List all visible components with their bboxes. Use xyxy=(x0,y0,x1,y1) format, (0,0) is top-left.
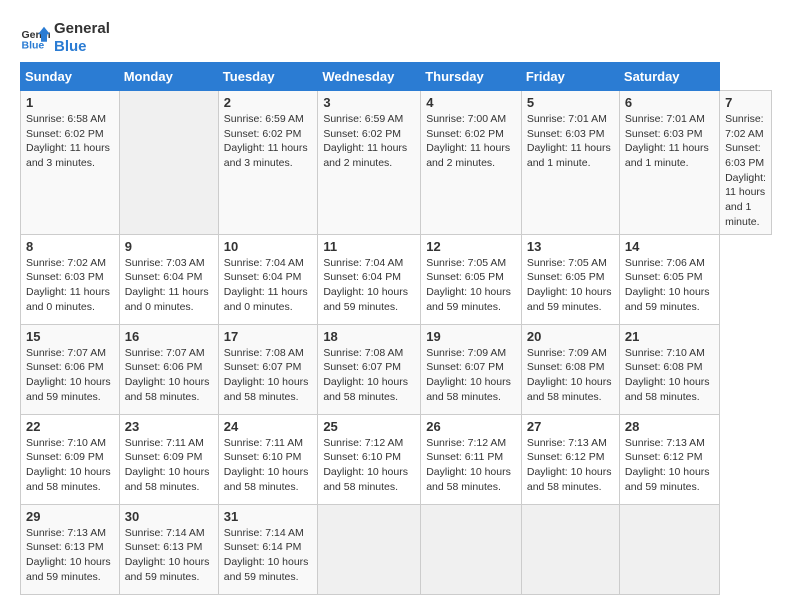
weekday-header-thursday: Thursday xyxy=(421,63,522,91)
weekday-header-monday: Monday xyxy=(119,63,218,91)
calendar-day-24: 24Sunrise: 7:11 AM Sunset: 6:10 PM Dayli… xyxy=(218,414,318,504)
calendar-day-29: 29Sunrise: 7:13 AM Sunset: 6:13 PM Dayli… xyxy=(21,504,120,594)
calendar-day-26: 26Sunrise: 7:12 AM Sunset: 6:11 PM Dayli… xyxy=(421,414,522,504)
page-header: General Blue General Blue xyxy=(20,20,772,56)
calendar-day-4: 4Sunrise: 7:00 AM Sunset: 6:02 PM Daylig… xyxy=(421,91,522,235)
calendar-day-28: 28Sunrise: 7:13 AM Sunset: 6:12 PM Dayli… xyxy=(619,414,719,504)
calendar-empty xyxy=(318,504,421,594)
calendar-empty xyxy=(521,504,619,594)
calendar-day-30: 30Sunrise: 7:14 AM Sunset: 6:13 PM Dayli… xyxy=(119,504,218,594)
calendar-day-22: 22Sunrise: 7:10 AM Sunset: 6:09 PM Dayli… xyxy=(21,414,120,504)
calendar-day-11: 11Sunrise: 7:04 AM Sunset: 6:04 PM Dayli… xyxy=(318,234,421,324)
calendar-day-17: 17Sunrise: 7:08 AM Sunset: 6:07 PM Dayli… xyxy=(218,324,318,414)
calendar-day-19: 19Sunrise: 7:09 AM Sunset: 6:07 PM Dayli… xyxy=(421,324,522,414)
calendar-day-7: 7Sunrise: 7:02 AM Sunset: 6:03 PM Daylig… xyxy=(720,91,772,235)
weekday-header-friday: Friday xyxy=(521,63,619,91)
logo: General Blue General Blue xyxy=(20,20,110,56)
calendar-empty xyxy=(421,504,522,594)
calendar-day-25: 25Sunrise: 7:12 AM Sunset: 6:10 PM Dayli… xyxy=(318,414,421,504)
calendar-day-2: 2Sunrise: 6:59 AM Sunset: 6:02 PM Daylig… xyxy=(218,91,318,235)
logo-icon: General Blue xyxy=(20,23,50,53)
weekday-header-sunday: Sunday xyxy=(21,63,120,91)
calendar-day-5: 5Sunrise: 7:01 AM Sunset: 6:03 PM Daylig… xyxy=(521,91,619,235)
calendar-day-3: 3Sunrise: 6:59 AM Sunset: 6:02 PM Daylig… xyxy=(318,91,421,235)
calendar-day-20: 20Sunrise: 7:09 AM Sunset: 6:08 PM Dayli… xyxy=(521,324,619,414)
svg-text:Blue: Blue xyxy=(22,40,45,52)
weekday-header-saturday: Saturday xyxy=(619,63,719,91)
calendar-day-21: 21Sunrise: 7:10 AM Sunset: 6:08 PM Dayli… xyxy=(619,324,719,414)
calendar-week-5: 29Sunrise: 7:13 AM Sunset: 6:13 PM Dayli… xyxy=(21,504,772,594)
calendar-table: SundayMondayTuesdayWednesdayThursdayFrid… xyxy=(20,62,772,595)
calendar-week-4: 22Sunrise: 7:10 AM Sunset: 6:09 PM Dayli… xyxy=(21,414,772,504)
calendar-week-1: 1Sunrise: 6:58 AM Sunset: 6:02 PM Daylig… xyxy=(21,91,772,235)
calendar-empty xyxy=(119,91,218,235)
calendar-day-15: 15Sunrise: 7:07 AM Sunset: 6:06 PM Dayli… xyxy=(21,324,120,414)
weekday-header-row: SundayMondayTuesdayWednesdayThursdayFrid… xyxy=(21,63,772,91)
calendar-day-16: 16Sunrise: 7:07 AM Sunset: 6:06 PM Dayli… xyxy=(119,324,218,414)
calendar-day-12: 12Sunrise: 7:05 AM Sunset: 6:05 PM Dayli… xyxy=(421,234,522,324)
calendar-week-3: 15Sunrise: 7:07 AM Sunset: 6:06 PM Dayli… xyxy=(21,324,772,414)
calendar-day-18: 18Sunrise: 7:08 AM Sunset: 6:07 PM Dayli… xyxy=(318,324,421,414)
calendar-day-8: 8Sunrise: 7:02 AM Sunset: 6:03 PM Daylig… xyxy=(21,234,120,324)
calendar-day-9: 9Sunrise: 7:03 AM Sunset: 6:04 PM Daylig… xyxy=(119,234,218,324)
calendar-day-14: 14Sunrise: 7:06 AM Sunset: 6:05 PM Dayli… xyxy=(619,234,719,324)
calendar-day-23: 23Sunrise: 7:11 AM Sunset: 6:09 PM Dayli… xyxy=(119,414,218,504)
calendar-empty xyxy=(619,504,719,594)
calendar-day-13: 13Sunrise: 7:05 AM Sunset: 6:05 PM Dayli… xyxy=(521,234,619,324)
calendar-day-10: 10Sunrise: 7:04 AM Sunset: 6:04 PM Dayli… xyxy=(218,234,318,324)
calendar-day-31: 31Sunrise: 7:14 AM Sunset: 6:14 PM Dayli… xyxy=(218,504,318,594)
weekday-header-wednesday: Wednesday xyxy=(318,63,421,91)
calendar-day-6: 6Sunrise: 7:01 AM Sunset: 6:03 PM Daylig… xyxy=(619,91,719,235)
calendar-day-27: 27Sunrise: 7:13 AM Sunset: 6:12 PM Dayli… xyxy=(521,414,619,504)
calendar-day-1: 1Sunrise: 6:58 AM Sunset: 6:02 PM Daylig… xyxy=(21,91,120,235)
weekday-header-tuesday: Tuesday xyxy=(218,63,318,91)
calendar-week-2: 8Sunrise: 7:02 AM Sunset: 6:03 PM Daylig… xyxy=(21,234,772,324)
